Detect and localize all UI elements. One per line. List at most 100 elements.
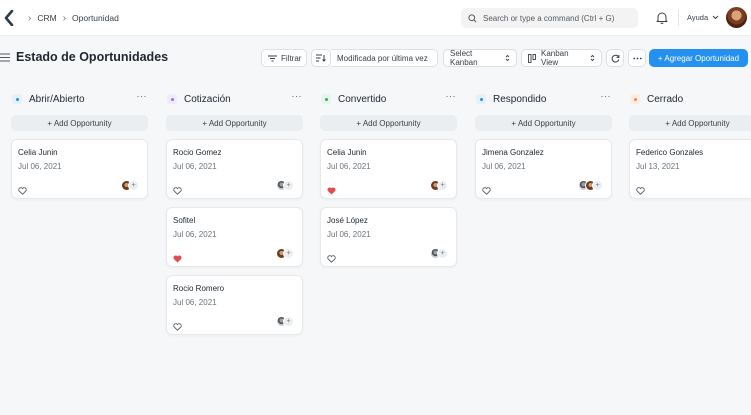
card-date: Jul 06, 2021 — [173, 230, 217, 239]
search-placeholder: Search or type a command (Ctrl + G) — [483, 13, 615, 23]
kanban-column: Cerrado··· + Add Opportunity Federico Gonz… — [629, 90, 751, 199]
card-assignees: + — [121, 180, 139, 191]
add-assignee-icon[interactable]: + — [283, 248, 294, 259]
view-switcher-dropdown[interactable]: Kanban View — [521, 49, 602, 67]
search-input[interactable]: Search or type a command (Ctrl + G) — [461, 8, 638, 28]
kanban-column: Convertido ··· + Add Opportunity Celia Juni… — [320, 90, 457, 267]
card-date: Jul 06, 2021 — [327, 162, 371, 171]
filter-label: Filtrar — [281, 53, 302, 63]
select-kanban-dropdown[interactable]: Select Kanban — [443, 49, 517, 67]
filter-button[interactable]: Filtrar — [261, 49, 307, 67]
search-icon — [468, 13, 477, 22]
opportunity-card[interactable]: Rocio Gomez Jul 06, 2021 + — [166, 139, 303, 199]
card-title: Sofitel — [173, 216, 196, 225]
breadcrumb: › CRM › Oportunidad — [22, 0, 119, 36]
sort-label: Modificada por última vez — [337, 53, 428, 63]
refresh-button[interactable] — [606, 49, 624, 67]
heart-icon[interactable] — [18, 182, 27, 200]
kanban-column: Cotización ··· + Add Opportunity Rocio Gome… — [166, 90, 303, 335]
column-header: Cerrado··· — [629, 90, 751, 108]
user-avatar[interactable] — [726, 7, 747, 28]
add-assignee-icon[interactable]: + — [437, 180, 448, 191]
heart-icon[interactable] — [482, 182, 491, 200]
breadcrumb-oportunidad[interactable]: Oportunidad — [72, 13, 119, 23]
help-label: Ayuda — [687, 13, 709, 22]
opportunity-card[interactable]: Celia Junin Jul 06, 2021 + — [11, 139, 148, 199]
ellipsis-icon — [632, 57, 642, 59]
column-title: Respondido — [493, 93, 547, 105]
column-title: Cerrado — [647, 93, 684, 105]
help-dropdown[interactable]: Ayuda — [687, 13, 719, 22]
sort-icon — [316, 54, 326, 62]
add-opportunity-card-button[interactable]: + Add Opportunity — [166, 115, 303, 131]
column-menu-icon[interactable]: ··· — [446, 91, 457, 101]
add-assignee-icon[interactable]: + — [437, 248, 448, 259]
column-indicator-icon — [321, 94, 331, 104]
card-title: Jimena Gonzalez — [482, 148, 544, 157]
card-date: Jul 06, 2021 — [18, 162, 62, 171]
column-indicator-icon — [167, 94, 177, 104]
add-opportunity-card-button[interactable]: + Add Opportunity — [320, 115, 457, 131]
opportunity-card[interactable]: Sofitel Jul 06, 2021 + — [166, 207, 303, 267]
card-title: Rocio Romero — [173, 284, 225, 293]
add-opportunity-card-button[interactable]: + Add Opportunity — [11, 115, 148, 131]
chevron-down-icon — [712, 15, 719, 20]
heart-icon[interactable] — [173, 182, 182, 200]
card-assignees: + — [578, 180, 603, 191]
sort-order-button[interactable] — [311, 49, 331, 67]
kanban-column: Abrir/Abierto ··· + Add Opportunity Celia J… — [11, 90, 148, 199]
card-title: Rocio Gomez — [173, 148, 222, 157]
sort-field-button[interactable]: Modificada por última vez — [331, 49, 438, 67]
breadcrumb-crm[interactable]: CRM — [37, 13, 56, 23]
opportunity-card[interactable]: Rocio Romero Jul 06, 2021 + — [166, 275, 303, 335]
heart-icon[interactable] — [636, 182, 645, 200]
add-assignee-icon[interactable]: + — [592, 180, 603, 191]
app-logo-icon[interactable] — [4, 10, 14, 26]
more-actions-button[interactable] — [628, 49, 646, 67]
column-header: Respondido ··· — [475, 90, 612, 108]
add-opportunity-card-button[interactable]: + Add Opportunity — [629, 115, 751, 131]
column-header: Abrir/Abierto ··· — [11, 90, 148, 108]
add-assignee-icon[interactable]: + — [283, 316, 294, 327]
kanban-column: Respondido ··· + Add Opportunity Jimena Gon… — [475, 90, 612, 199]
column-title: Convertido — [338, 93, 387, 105]
column-menu-icon[interactable]: ··· — [292, 91, 303, 101]
column-indicator-icon — [630, 94, 640, 104]
heart-filled-icon[interactable] — [327, 182, 336, 200]
refresh-icon — [611, 54, 619, 63]
add-opportunity-button[interactable]: + Agregar Oportunidad — [649, 49, 748, 67]
notification-bell-icon[interactable] — [656, 11, 668, 24]
column-indicator-icon — [12, 94, 22, 104]
card-date: Jul 06, 2021 — [173, 162, 217, 171]
add-assignee-icon[interactable]: + — [283, 180, 294, 191]
opportunity-card[interactable]: José López Jul 06, 2021 + — [320, 207, 457, 267]
page-title: Estado de Oportunidades — [16, 50, 169, 64]
view-label: Kanban View — [541, 49, 569, 67]
add-assignee-icon[interactable]: + — [128, 180, 139, 191]
kanban-view-icon — [528, 53, 536, 63]
chevron-right-icon: › — [28, 12, 32, 24]
sidebar-toggle-icon[interactable] — [0, 53, 10, 62]
card-assignees: + — [430, 248, 448, 259]
card-assignees: + — [276, 180, 294, 191]
opportunity-card[interactable]: Celia Junin Jul 06, 2021 + — [320, 139, 457, 199]
updown-chevron-icon — [590, 54, 595, 62]
filter-icon — [268, 55, 277, 61]
add-opportunity-card-button[interactable]: + Add Opportunity — [475, 115, 612, 131]
navbar: › CRM › Oportunidad Search or type a com… — [0, 0, 751, 36]
column-header: Convertido ··· — [320, 90, 457, 108]
chevron-right-icon: › — [62, 12, 67, 24]
column-menu-icon[interactable]: ··· — [601, 91, 612, 101]
heart-icon[interactable] — [327, 250, 336, 268]
opportunity-card[interactable]: Federico Gonzales Jul 13, 2021 — [629, 139, 751, 199]
heart-icon[interactable] — [173, 318, 182, 336]
card-date: Jul 06, 2021 — [327, 230, 371, 239]
card-title: Celia Junin — [327, 148, 367, 157]
column-menu-icon[interactable]: ··· — [137, 91, 148, 101]
card-date: Jul 06, 2021 — [482, 162, 526, 171]
card-title: Celia Junin — [18, 148, 58, 157]
heart-filled-icon[interactable] — [173, 250, 182, 268]
opportunity-card[interactable]: Jimena Gonzalez Jul 06, 2021 + — [475, 139, 612, 199]
card-assignees: + — [430, 180, 448, 191]
select-kanban-label: Select Kanban — [450, 49, 478, 67]
